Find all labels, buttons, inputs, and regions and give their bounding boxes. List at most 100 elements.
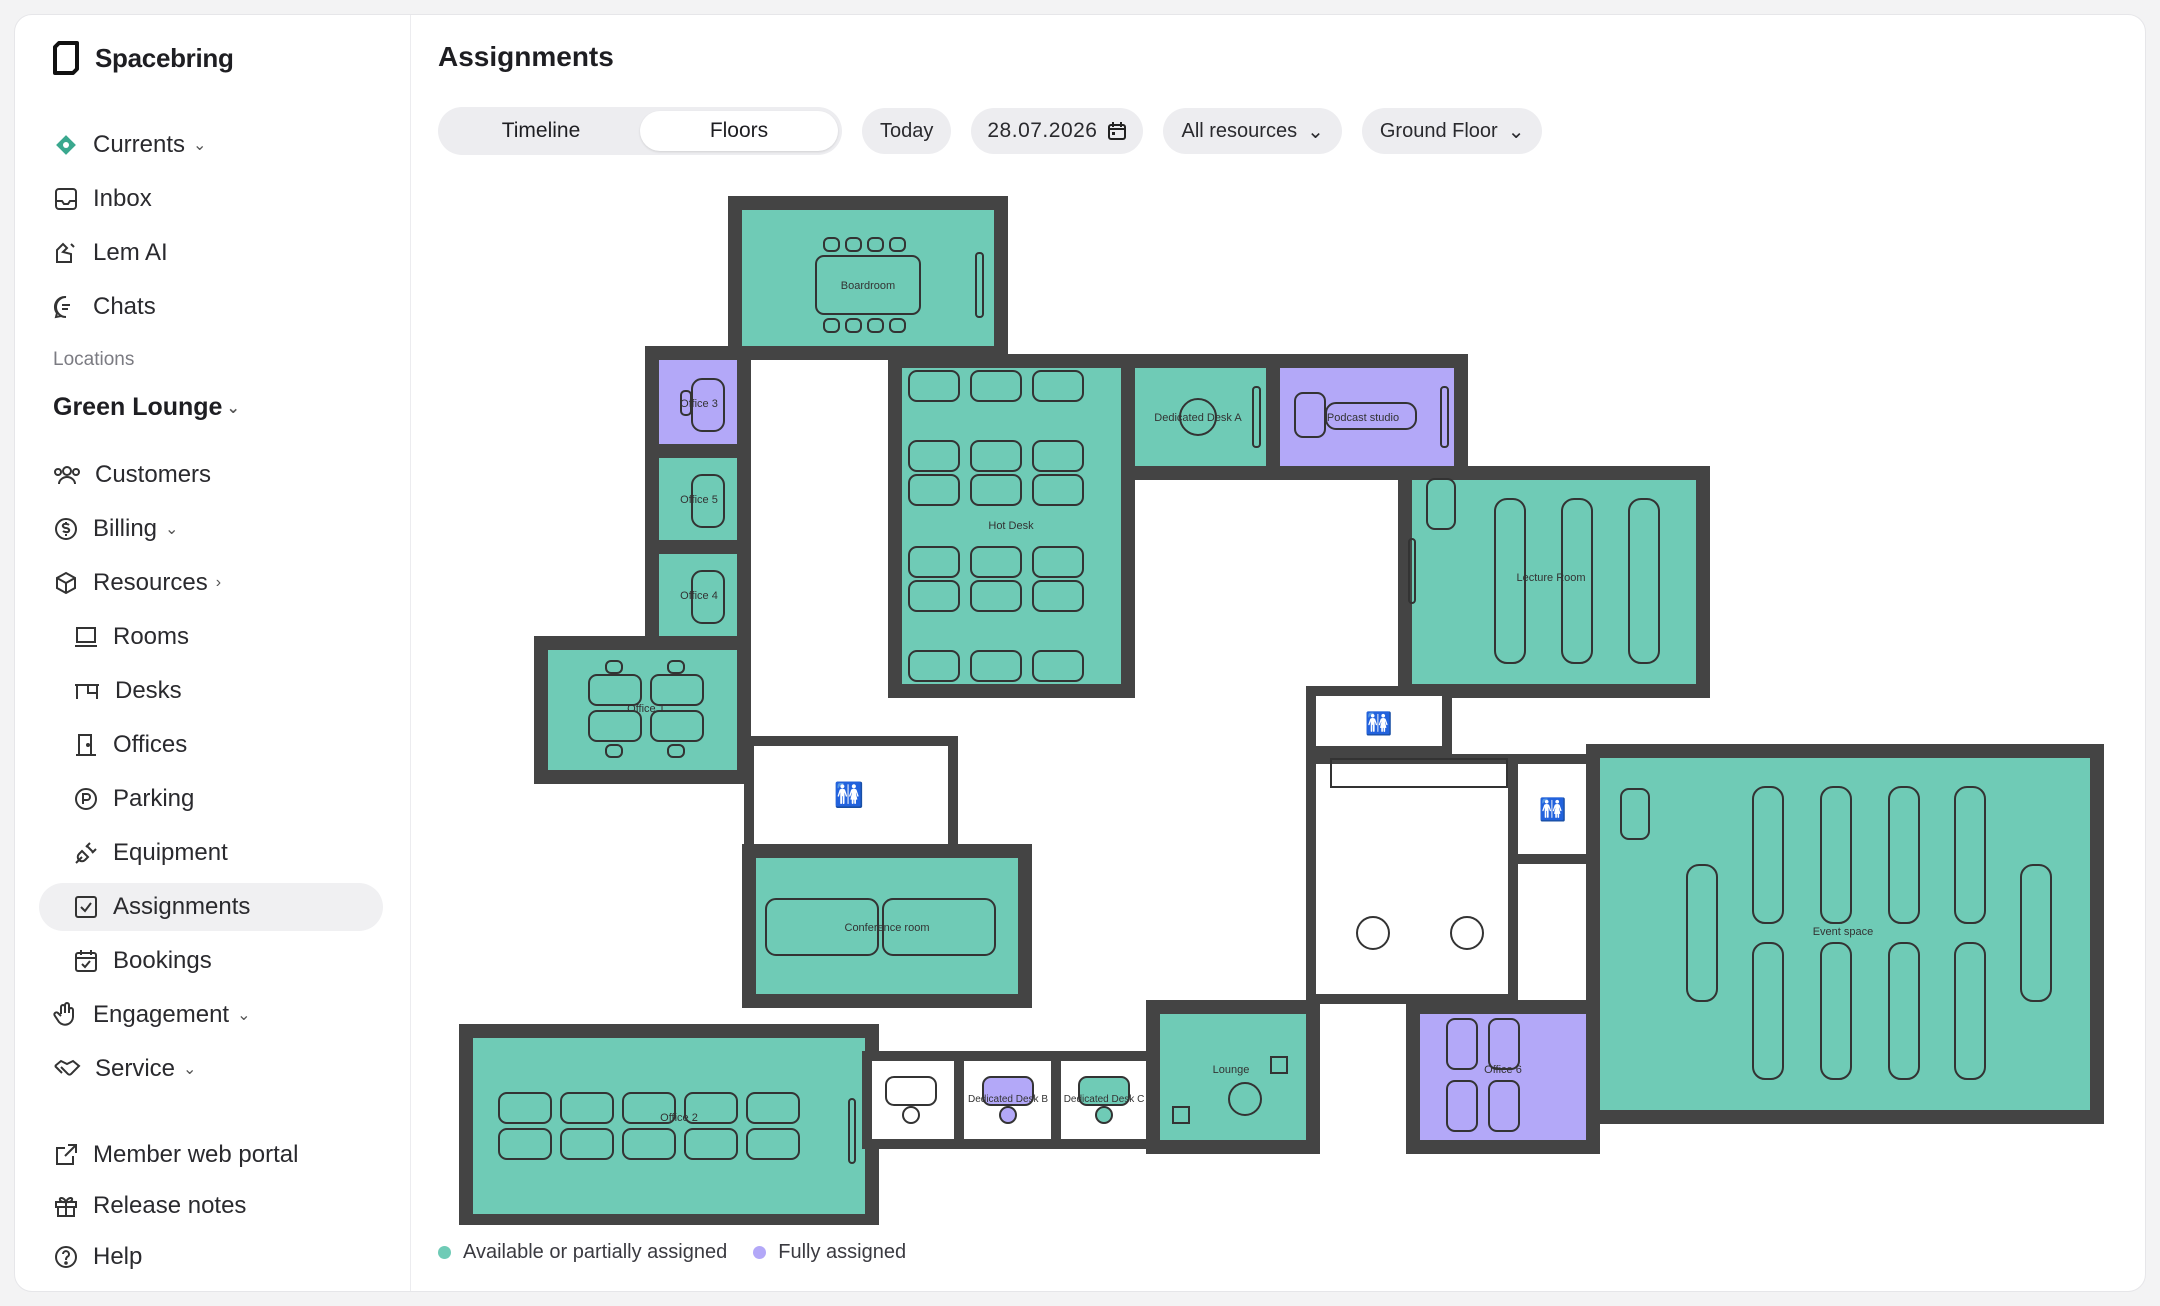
room-office4[interactable]: Office 4 bbox=[645, 540, 751, 650]
chat-icon bbox=[54, 295, 70, 319]
nav-offices-label: Offices bbox=[113, 731, 188, 758]
nav-help[interactable]: Help bbox=[39, 1233, 383, 1281]
room-boardroom[interactable]: Boardroom bbox=[728, 196, 1008, 360]
checkbox-icon bbox=[75, 896, 97, 918]
app-window: Spacebring Currents ⌄ Inbox Lem AI Chats… bbox=[14, 14, 2146, 1292]
room-label: Dedicated Desk C bbox=[1064, 1094, 1145, 1105]
room-label: Hot Desk bbox=[988, 520, 1034, 532]
room-label: Office 1 bbox=[627, 703, 665, 715]
room-restroom-2: 🚻 bbox=[1306, 686, 1452, 756]
room-label: Lecture Room bbox=[1516, 572, 1585, 584]
date-picker[interactable]: 28.07.2026 bbox=[971, 108, 1144, 154]
nav-billing-label: Billing bbox=[93, 515, 158, 542]
nav-resources-label: Resources bbox=[93, 569, 208, 596]
spacebring-logo-icon bbox=[53, 41, 79, 75]
nav-desks-label: Desks bbox=[115, 677, 182, 704]
cube-icon bbox=[56, 571, 76, 595]
nav-chats[interactable]: Chats bbox=[39, 283, 383, 331]
nav-engagement-label: Engagement bbox=[93, 1001, 230, 1028]
lem-ai-icon bbox=[56, 242, 75, 263]
room-office1[interactable]: Office 1 bbox=[534, 636, 751, 784]
chevron-down-icon: ⌄ bbox=[193, 137, 207, 154]
nav-offices[interactable]: Offices bbox=[39, 721, 383, 769]
floor-plan: Boardroom Office 3 Office 5 Office 4 Off… bbox=[459, 196, 2104, 1225]
room-podcast-studio[interactable]: Podcast studio bbox=[1266, 354, 1468, 480]
room-office3[interactable]: Office 3 bbox=[645, 346, 751, 458]
floor-filter[interactable]: Ground Floor ⌄ bbox=[1361, 108, 1543, 154]
nav-currents-label: Currents bbox=[93, 131, 186, 158]
nav-lem-ai[interactable]: Lem AI bbox=[39, 229, 383, 277]
room-event-space[interactable]: Event space bbox=[1586, 744, 2104, 1124]
legend-dot-available bbox=[438, 1246, 451, 1259]
tab-floors[interactable]: Floors bbox=[640, 111, 838, 151]
nav-resources[interactable]: Resources › bbox=[39, 559, 383, 607]
room-label: Boardroom bbox=[841, 280, 895, 292]
nav-rooms-label: Rooms bbox=[113, 623, 190, 650]
currents-icon bbox=[56, 135, 76, 155]
legend-dot-full bbox=[753, 1246, 767, 1259]
room-label: Lounge bbox=[1213, 1064, 1250, 1076]
nav-billing[interactable]: Billing ⌄ bbox=[39, 505, 383, 553]
room-dedicated-desk-c[interactable]: Dedicated Desk C bbox=[1051, 1051, 1158, 1149]
calendar-icon bbox=[1108, 122, 1127, 140]
nav-rooms[interactable]: Rooms bbox=[39, 613, 383, 661]
nav-service-label: Service bbox=[95, 1055, 176, 1082]
nav-assignments[interactable]: Assignments bbox=[39, 883, 383, 931]
room-hotdesk[interactable]: Hot Desk bbox=[888, 354, 1135, 698]
room-lounge[interactable]: Lounge bbox=[1146, 1000, 1320, 1154]
nav-inbox[interactable]: Inbox bbox=[39, 175, 383, 223]
nav-service[interactable]: Service ⌄ bbox=[39, 1045, 383, 1093]
nav-release-notes-label: Release notes bbox=[93, 1192, 247, 1219]
inbox-icon bbox=[55, 188, 77, 210]
room-dedicated-desk-b[interactable]: Dedicated Desk B bbox=[954, 1051, 1061, 1149]
legend-full: Fully assigned bbox=[753, 1241, 906, 1264]
help-icon bbox=[55, 1246, 77, 1268]
nav-currents[interactable]: Currents ⌄ bbox=[39, 121, 383, 169]
nav-chats-label: Chats bbox=[93, 293, 156, 320]
nav-parking[interactable]: Parking bbox=[39, 775, 383, 823]
nav-desks[interactable]: Desks bbox=[39, 667, 383, 715]
location-selector[interactable]: Green Lounge ⌄ bbox=[53, 393, 240, 422]
room-kitchen bbox=[1306, 754, 1518, 1004]
chevron-down-icon: ⌄ bbox=[183, 1061, 197, 1078]
floor-filter-value: Ground Floor bbox=[1379, 119, 1498, 142]
dollar-icon bbox=[55, 518, 77, 540]
room-label: Office 6 bbox=[1484, 1064, 1522, 1076]
tab-timeline[interactable]: Timeline bbox=[442, 111, 640, 151]
nav-equipment[interactable]: Equipment bbox=[39, 829, 383, 877]
room-unassigned-desk bbox=[862, 1051, 964, 1149]
room-label: Office 5 bbox=[680, 494, 718, 506]
room-lecture[interactable]: Lecture Room bbox=[1398, 466, 1710, 698]
nav-member-portal[interactable]: Member web portal bbox=[39, 1131, 383, 1179]
room-restroom-3: 🚻 bbox=[1508, 754, 1598, 864]
brand[interactable]: Spacebring bbox=[51, 41, 234, 75]
resource-filter[interactable]: All resources ⌄ bbox=[1163, 108, 1342, 154]
desk-icon bbox=[75, 684, 99, 699]
room-office6[interactable]: Office 6 bbox=[1406, 1000, 1600, 1154]
room-office5[interactable]: Office 5 bbox=[645, 444, 751, 554]
resource-filter-value: All resources bbox=[1181, 119, 1298, 142]
nav-member-portal-label: Member web portal bbox=[93, 1141, 299, 1168]
nav-release-notes[interactable]: Release notes bbox=[39, 1182, 383, 1230]
room-conference[interactable]: Conference room bbox=[742, 844, 1032, 1008]
nav-customers[interactable]: Customers bbox=[39, 451, 383, 499]
today-button[interactable]: Today bbox=[862, 108, 952, 154]
hand-wave-icon bbox=[53, 1002, 74, 1026]
nav-equipment-label: Equipment bbox=[113, 839, 228, 866]
page-title: Assignments bbox=[438, 41, 614, 72]
brand-name: Spacebring bbox=[95, 42, 234, 73]
external-link-icon bbox=[56, 1144, 77, 1165]
chevron-down-icon: ⌄ bbox=[1507, 120, 1525, 143]
nav-engagement[interactable]: Engagement ⌄ bbox=[39, 991, 383, 1039]
room-label: Office 3 bbox=[680, 398, 718, 410]
room-label: Dedicated Desk B bbox=[968, 1094, 1048, 1105]
nav-help-label: Help bbox=[93, 1243, 143, 1270]
customers-icon bbox=[54, 466, 80, 485]
handshake-icon bbox=[54, 1059, 81, 1076]
restroom-icon: 🚻 bbox=[1365, 711, 1392, 736]
restroom-icon: 🚻 bbox=[1539, 797, 1566, 822]
chevron-down-icon: ⌄ bbox=[165, 521, 179, 538]
room-dedicated-desk-a[interactable]: Dedicated Desk A bbox=[1121, 354, 1280, 480]
nav-bookings[interactable]: Bookings bbox=[39, 937, 383, 985]
room-office2[interactable]: Office 2 bbox=[459, 1024, 879, 1225]
